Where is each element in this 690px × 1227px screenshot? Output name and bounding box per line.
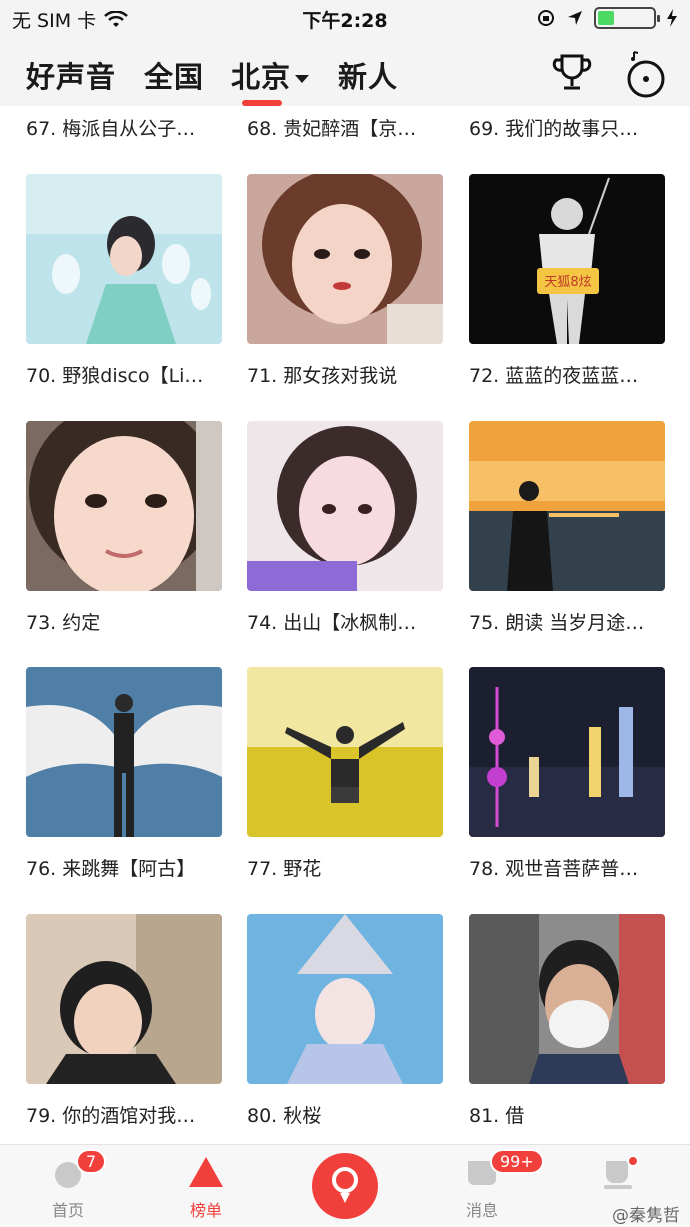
tab-beijing-label: 北京 xyxy=(231,60,292,94)
song-cover[interactable] xyxy=(469,421,665,591)
messages-badge: 99+ xyxy=(490,1149,544,1174)
nav-home-label: 首页 xyxy=(51,1201,84,1220)
song-title[interactable]: 79. 你的酒馆对我… xyxy=(26,1101,222,1128)
song-cover[interactable] xyxy=(247,174,443,344)
status-bar: 无 SIM 卡 下午2:28 xyxy=(0,0,690,40)
song-title[interactable]: 80. 秋桜 xyxy=(247,1101,443,1128)
song-cover[interactable] xyxy=(469,667,665,837)
song-title[interactable]: 68. 贵妃醉酒【京… xyxy=(247,114,443,141)
watermark: @秦隽哲 xyxy=(612,1206,680,1226)
tab-national[interactable]: 全国 xyxy=(144,54,204,96)
song-title[interactable]: 77. 野花 xyxy=(247,854,443,881)
nav-chart[interactable]: 榜单 xyxy=(156,1155,256,1221)
battery-fill xyxy=(598,11,614,25)
song-title[interactable]: 72. 蓝蓝的夜蓝蓝… xyxy=(469,361,665,388)
song-title[interactable]: 81. 借 xyxy=(469,1101,665,1128)
song-title[interactable]: 73. 约定 xyxy=(26,608,222,635)
song-cover[interactable] xyxy=(26,667,222,837)
microphone-icon xyxy=(332,1167,358,1203)
bottom-nav: 首页 7 榜单 消息 99+ @秦隽哲 xyxy=(0,1144,690,1227)
tab-beijing[interactable]: 北京 xyxy=(231,54,310,96)
cover-badge-text: 天狐8炫 xyxy=(544,274,591,290)
song-title[interactable]: 74. 出山【冰枫制… xyxy=(247,608,443,635)
nav-home[interactable]: 首页 7 xyxy=(18,1149,118,1221)
status-right xyxy=(536,7,678,29)
chart-icon xyxy=(189,1157,223,1187)
nav-messages-label: 消息 xyxy=(465,1201,498,1220)
song-grid: 67. 梅派自从公子… 68. 贵妃醉酒【京… 69. 我们的故事只… 天狐8炫… xyxy=(0,106,690,1144)
song-title[interactable]: 76. 来跳舞【阿古】 xyxy=(26,854,222,881)
profile-cup-icon xyxy=(604,1155,639,1189)
song-cover[interactable] xyxy=(247,421,443,591)
nav-profile[interactable] xyxy=(570,1155,670,1195)
location-icon xyxy=(568,11,582,25)
song-title[interactable]: 67. 梅派自从公子… xyxy=(26,114,222,141)
battery-icon xyxy=(594,7,660,29)
charging-icon xyxy=(667,9,677,27)
song-title[interactable]: 70. 野狼disco【Li… xyxy=(26,361,222,388)
nav-messages[interactable]: 消息 99+ xyxy=(432,1149,544,1221)
nav-chart-label: 榜单 xyxy=(189,1201,222,1220)
song-cover[interactable] xyxy=(26,421,222,591)
chevron-down-icon xyxy=(295,75,310,83)
now-playing-disc-icon[interactable] xyxy=(626,50,666,98)
orientation-lock-icon xyxy=(538,10,554,26)
song-cover[interactable] xyxy=(469,914,665,1084)
song-cover[interactable] xyxy=(247,667,443,837)
song-cover[interactable] xyxy=(26,174,222,344)
trophy-icon[interactable] xyxy=(552,52,592,96)
record-button[interactable] xyxy=(312,1153,378,1219)
tab-newcomer[interactable]: 新人 xyxy=(338,54,398,96)
song-cover[interactable] xyxy=(26,914,222,1084)
song-title[interactable]: 71. 那女孩对我说 xyxy=(247,361,443,388)
tab-good-voice[interactable]: 好声音 xyxy=(26,54,116,96)
song-title[interactable]: 78. 观世音菩萨普… xyxy=(469,854,665,881)
header-tabs: 好声音 全国 北京 新人 xyxy=(0,40,690,106)
song-cover[interactable]: 天狐8炫 xyxy=(469,174,665,344)
song-title[interactable]: 69. 我们的故事只… xyxy=(469,114,665,141)
home-badge: 7 xyxy=(76,1149,107,1174)
song-title[interactable]: 75. 朗读 当岁月途… xyxy=(469,608,665,635)
song-cover[interactable] xyxy=(247,914,443,1084)
